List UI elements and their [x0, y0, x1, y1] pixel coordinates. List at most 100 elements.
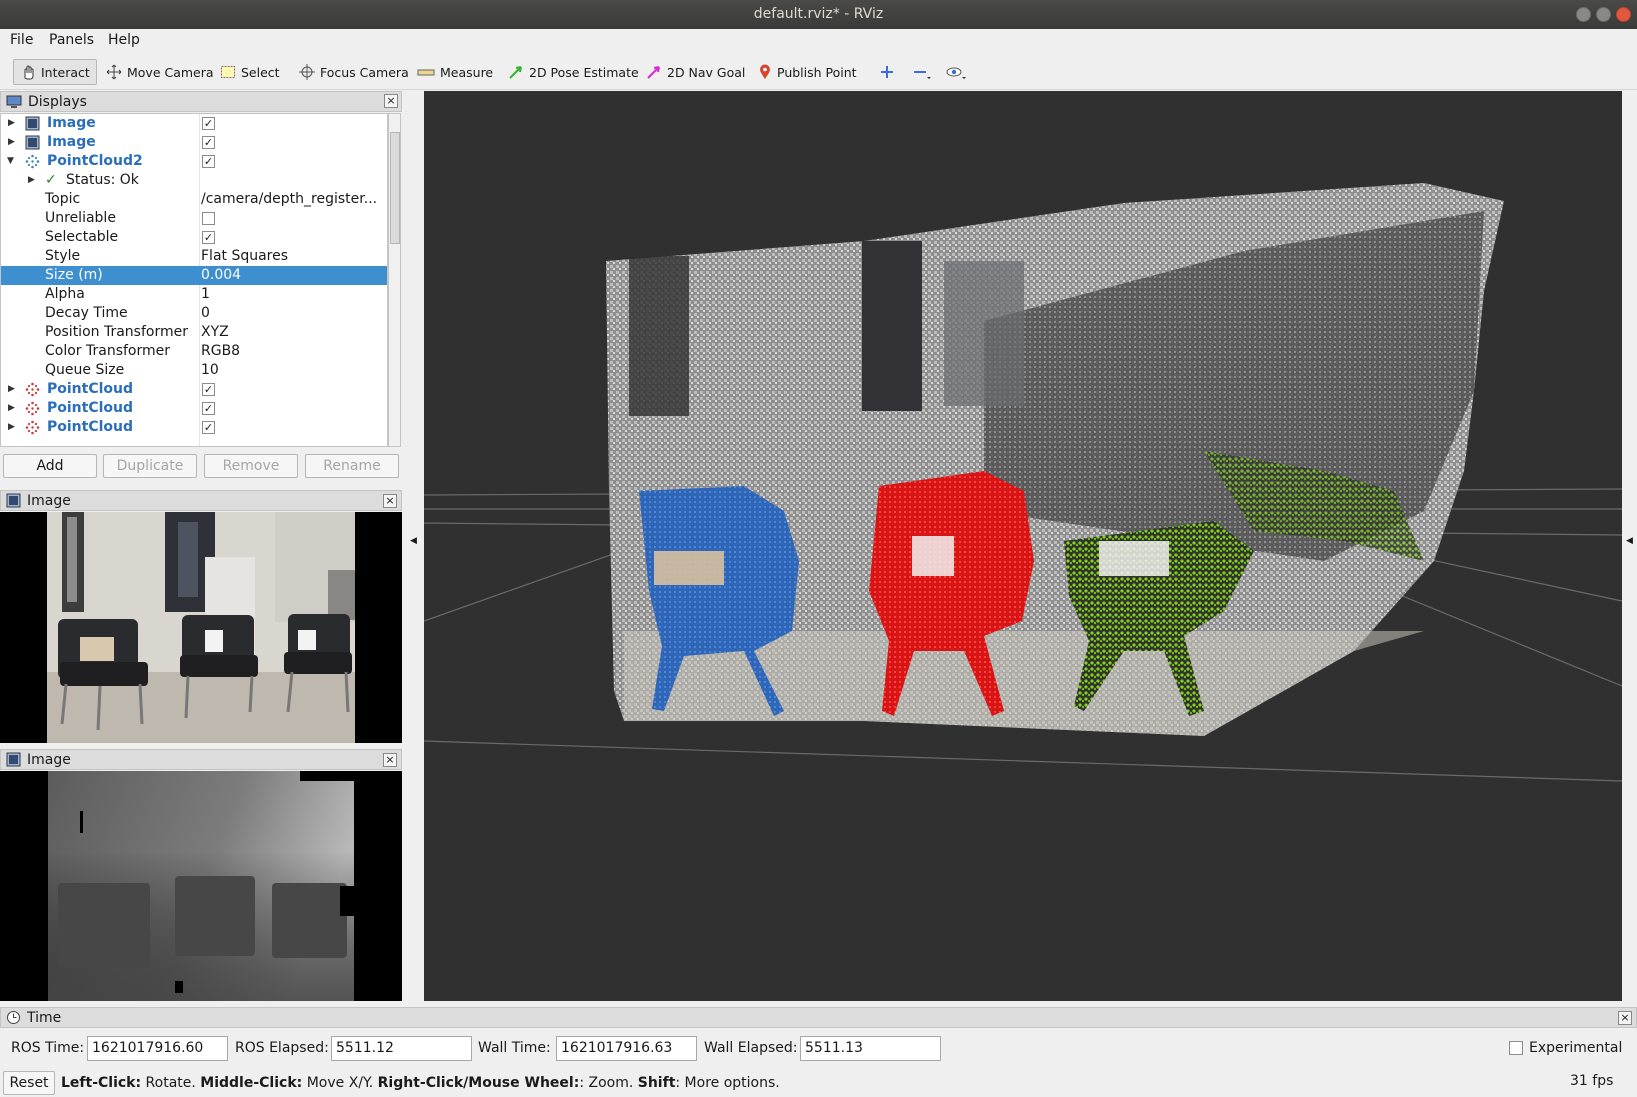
collapse-right-arrow-icon[interactable]: ◀	[1626, 536, 1633, 546]
remove-button[interactable]: Remove	[204, 454, 298, 478]
select-tool-button[interactable]: Select	[214, 59, 286, 85]
property-value[interactable]: 10	[201, 361, 219, 380]
rename-button[interactable]: Rename	[305, 454, 399, 478]
tree-item-pointcloud2[interactable]: ▼ PointCloud2 ✓	[1, 152, 387, 171]
property-unreliable[interactable]: Unreliable	[1, 209, 387, 228]
tree-item-image-1[interactable]: ▶ Image ✓	[1, 114, 387, 133]
property-queue-size[interactable]: Queue Size 10	[1, 361, 387, 380]
close-displays-button[interactable]: ×	[384, 94, 398, 108]
add-tool-button[interactable]	[873, 59, 901, 85]
expand-arrow-icon[interactable]: ▶	[8, 114, 18, 133]
property-selectable[interactable]: Selectable ✓	[1, 228, 387, 247]
expand-arrow-icon[interactable]: ▶	[8, 418, 18, 437]
enable-checkbox[interactable]: ✓	[202, 383, 215, 396]
property-color-transformer[interactable]: Color Transformer RGB8	[1, 342, 387, 361]
tree-item-image-2[interactable]: ▶ Image ✓	[1, 133, 387, 152]
property-label: Alpha	[45, 286, 85, 302]
tree-item-label: PointCloud2	[47, 153, 143, 169]
measure-label: Measure	[440, 64, 494, 80]
property-label: Color Transformer	[45, 343, 171, 359]
collapse-left-arrow-icon[interactable]: ◀	[410, 536, 417, 546]
experimental-checkbox[interactable]	[1509, 1041, 1523, 1055]
close-image-panel-button[interactable]: ×	[383, 494, 397, 508]
pointcloud-icon	[25, 382, 40, 397]
displays-scrollbar[interactable]	[388, 113, 401, 447]
selectable-checkbox[interactable]: ✓	[202, 231, 215, 244]
right-dock-handle[interactable]: ◀	[1623, 91, 1637, 1001]
3d-render-viewport[interactable]	[424, 91, 1622, 1001]
minimize-button[interactable]	[1576, 7, 1591, 22]
hint-text: Move X/Y.	[302, 1075, 378, 1091]
tree-item-pointcloud-1[interactable]: ▶ PointCloud ✓	[1, 380, 387, 399]
image-display-icon	[6, 752, 21, 767]
unreliable-checkbox[interactable]	[202, 212, 215, 225]
menu-panels[interactable]: Panels	[49, 32, 94, 48]
hand-icon	[24, 65, 34, 80]
expand-arrow-icon[interactable]: ▶	[8, 133, 18, 152]
wall-elapsed-label: Wall Elapsed:	[704, 1040, 798, 1056]
scrollbar-thumb[interactable]	[390, 132, 400, 244]
publish-point-label: Publish Point	[777, 64, 857, 80]
add-button[interactable]: Add	[3, 454, 97, 478]
left-dock-handle[interactable]: ◀	[408, 91, 420, 1001]
nav-goal-tool-button[interactable]: 2D Nav Goal	[640, 59, 751, 85]
property-label: Size (m)	[45, 267, 103, 283]
tree-item-pointcloud-2[interactable]: ▶ PointCloud ✓	[1, 399, 387, 418]
close-image-panel-button[interactable]: ×	[383, 753, 397, 767]
red-chair-seat-paper	[912, 536, 954, 576]
ros-time-field[interactable]: 1621017916.60	[87, 1036, 228, 1061]
menu-file[interactable]: File	[10, 32, 33, 48]
property-value[interactable]: XYZ	[201, 323, 229, 342]
tree-item-pointcloud-3[interactable]: ▶ PointCloud ✓	[1, 418, 387, 437]
maximize-button[interactable]	[1596, 7, 1611, 22]
reset-button[interactable]: Reset	[3, 1071, 55, 1095]
collapse-arrow-icon[interactable]: ▼	[7, 152, 17, 171]
green-arrow-icon	[509, 66, 522, 79]
menu-help[interactable]: Help	[108, 32, 140, 48]
view-options-button[interactable]	[940, 59, 974, 85]
property-alpha[interactable]: Alpha 1	[1, 285, 387, 304]
remove-tool-button[interactable]	[906, 59, 938, 85]
property-value[interactable]: 0	[201, 304, 210, 323]
pose-estimate-tool-button[interactable]: 2D Pose Estimate	[502, 59, 645, 85]
hint-middle-click: Middle-Click:	[200, 1075, 303, 1091]
enable-checkbox[interactable]: ✓	[202, 117, 215, 130]
expand-arrow-icon[interactable]: ▶	[8, 399, 18, 418]
move-camera-label: Move Camera	[127, 64, 214, 80]
property-value[interactable]: Flat Squares	[201, 247, 288, 266]
publish-point-tool-button[interactable]: Publish Point	[752, 59, 863, 85]
ros-elapsed-field[interactable]: 5511.12	[331, 1036, 472, 1061]
enable-checkbox[interactable]: ✓	[202, 136, 215, 149]
property-value[interactable]: RGB8	[201, 342, 240, 361]
plus-icon	[881, 66, 893, 78]
hint-left-click: Left-Click:	[61, 1075, 142, 1091]
property-size[interactable]: Size (m) 0.004	[1, 266, 387, 285]
property-decay-time[interactable]: Decay Time 0	[1, 304, 387, 323]
wall-elapsed-field[interactable]: 5511.13	[800, 1036, 941, 1061]
select-label: Select	[241, 64, 280, 80]
enable-checkbox[interactable]: ✓	[202, 155, 215, 168]
tree-item-status[interactable]: ▶ ✓ Status: Ok	[1, 171, 387, 190]
enable-checkbox[interactable]: ✓	[202, 421, 215, 434]
expand-arrow-icon[interactable]: ▶	[28, 171, 38, 190]
wall-time-field[interactable]: 1621017916.63	[556, 1036, 697, 1061]
toolbar: Interact Move Camera Select Focus Camera…	[0, 53, 1637, 90]
window-title-bar: default.rviz* - RViz	[0, 0, 1637, 29]
close-time-panel-button[interactable]: ×	[1618, 1011, 1632, 1025]
property-value[interactable]: 1	[201, 285, 210, 304]
close-window-button[interactable]	[1616, 7, 1631, 22]
move-camera-tool-button[interactable]: Move Camera	[100, 59, 220, 85]
duplicate-button[interactable]: Duplicate	[103, 454, 197, 478]
property-value[interactable]: /camera/depth_register...	[201, 190, 377, 209]
property-topic[interactable]: Topic /camera/depth_register...	[1, 190, 387, 209]
displays-tree[interactable]: ▶ Image ✓ ▶ Image ✓ ▼ PointCloud2 ✓ ▶ ✓ …	[0, 113, 388, 447]
enable-checkbox[interactable]: ✓	[202, 402, 215, 415]
property-style[interactable]: Style Flat Squares	[1, 247, 387, 266]
property-position-transformer[interactable]: Position Transformer XYZ	[1, 323, 387, 342]
interact-tool-button[interactable]: Interact	[13, 59, 97, 85]
image-panel-1-header: Image ×	[0, 490, 402, 511]
focus-camera-tool-button[interactable]: Focus Camera	[293, 59, 415, 85]
measure-tool-button[interactable]: Measure	[411, 59, 499, 85]
expand-arrow-icon[interactable]: ▶	[8, 380, 18, 399]
property-value[interactable]: 0.004	[201, 266, 241, 285]
